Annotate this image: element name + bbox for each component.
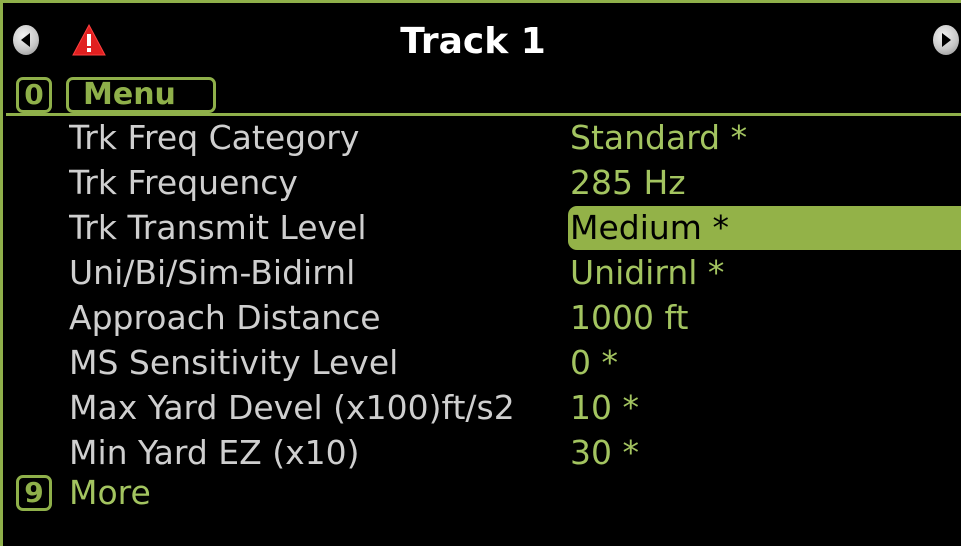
more-button[interactable]: More: [69, 473, 151, 513]
setting-value-selected[interactable]: Medium *: [570, 208, 729, 248]
header-bar: Track 1: [3, 3, 961, 71]
setting-label: Min Yard EZ (x10): [69, 433, 360, 472]
setting-value[interactable]: 1000 ft: [570, 298, 688, 338]
setting-value[interactable]: 10 *: [570, 388, 639, 428]
menu-key-badge[interactable]: 0: [16, 77, 52, 113]
menu-button[interactable]: Menu: [66, 77, 216, 113]
setting-label: Trk Freq Category: [69, 118, 360, 157]
more-key-badge[interactable]: 9: [16, 475, 52, 511]
setting-row-max-yard-devel[interactable]: Max Yard Devel (x100)ft/s2 10 *: [3, 386, 961, 430]
setting-label: Uni/Bi/Sim-Bidirnl: [69, 253, 356, 292]
setting-row-ms-sensitivity[interactable]: MS Sensitivity Level 0 *: [3, 341, 961, 385]
right-arrow-icon[interactable]: [933, 25, 959, 55]
device-screen: Track 1 0 Menu Trk Freq Category Standar…: [0, 0, 961, 546]
setting-row-min-yard-ez[interactable]: Min Yard EZ (x10) 30 *: [3, 431, 961, 475]
setting-label: MS Sensitivity Level: [69, 343, 399, 382]
setting-row-trk-frequency[interactable]: Trk Frequency 285 Hz: [3, 161, 961, 205]
setting-row-trk-freq-category[interactable]: Trk Freq Category Standard *: [3, 116, 961, 160]
page-title: Track 1: [400, 21, 546, 62]
setting-value[interactable]: 0 *: [570, 343, 618, 383]
setting-row-approach-distance[interactable]: Approach Distance 1000 ft: [3, 296, 961, 340]
setting-label: Approach Distance: [69, 298, 381, 337]
setting-label: Max Yard Devel (x100)ft/s2: [69, 388, 515, 427]
setting-value[interactable]: 285 Hz: [570, 163, 686, 203]
setting-value[interactable]: 30 *: [570, 433, 639, 473]
setting-value[interactable]: Unidirnl *: [570, 253, 724, 293]
setting-label: Trk Frequency: [69, 163, 298, 202]
setting-row-uni-bi-sim[interactable]: Uni/Bi/Sim-Bidirnl Unidirnl *: [3, 251, 961, 295]
setting-row-trk-transmit-level[interactable]: Trk Transmit Level Medium *: [3, 206, 961, 250]
setting-value[interactable]: Standard *: [570, 118, 747, 158]
setting-label: Trk Transmit Level: [69, 208, 367, 247]
